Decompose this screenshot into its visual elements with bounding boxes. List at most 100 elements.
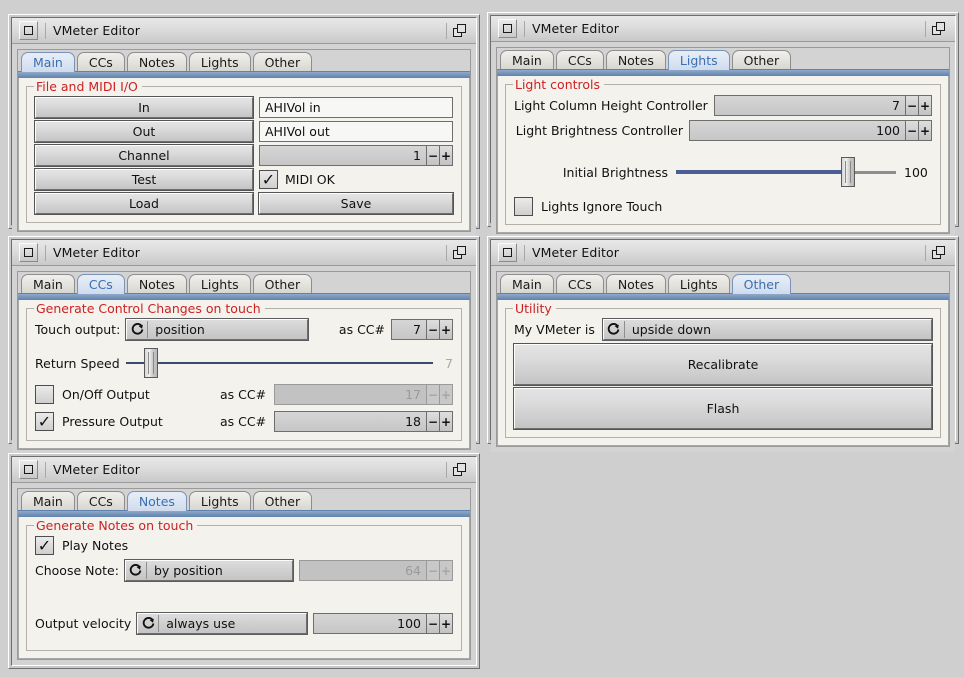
tab-ccs[interactable]: CCs	[555, 50, 604, 70]
cycle-arrow-icon	[604, 323, 624, 336]
tab-lights[interactable]: Lights	[667, 50, 730, 70]
slider-handle[interactable]	[840, 157, 855, 187]
return-speed-slider[interactable]	[125, 348, 433, 378]
check-icon: ✓	[261, 169, 276, 189]
tab-lights[interactable]: Lights	[188, 52, 251, 72]
note-number-spinner[interactable]: 64 − +	[298, 560, 453, 581]
titlebar[interactable]: VMeter Editor	[12, 240, 476, 266]
channel-spinner[interactable]: 1 − +	[259, 145, 453, 166]
output-velocity-increment-button[interactable]: +	[440, 613, 453, 634]
tab-main[interactable]: Main	[21, 491, 75, 511]
tab-main[interactable]: Main	[500, 50, 554, 70]
tab-main[interactable]: Main	[21, 52, 75, 72]
output-velocity-decrement-button[interactable]: −	[427, 613, 440, 634]
light-column-height-spinner[interactable]: 7 − +	[713, 95, 932, 116]
window-notes[interactable]: VMeter Editor Main CCs Notes Lights Othe…	[8, 453, 480, 669]
window-square-icon[interactable]	[498, 19, 517, 38]
tab-lights[interactable]: Lights	[188, 491, 251, 511]
window-main[interactable]: VMeter Editor Main CCs Notes Lights Othe…	[8, 14, 480, 237]
window-square-icon[interactable]	[19, 21, 38, 40]
touch-cc-decrement-button[interactable]: −	[427, 319, 440, 340]
tab-main[interactable]: Main	[500, 274, 554, 294]
out-port-field[interactable]: AHIVol out	[259, 121, 453, 142]
tab-other[interactable]: Other	[731, 50, 792, 70]
window-square-icon[interactable]	[19, 460, 38, 479]
titlebar-divider	[45, 461, 46, 478]
channel-button[interactable]: Channel	[35, 145, 253, 166]
tab-notes[interactable]: Notes	[126, 52, 187, 72]
orientation-combo[interactable]: upside down	[602, 319, 932, 340]
onoff-cc-increment-button[interactable]: +	[440, 384, 453, 405]
orientation-value: upside down	[631, 322, 712, 337]
light-column-height-increment-button[interactable]: +	[919, 95, 932, 116]
pressure-cc-label: as CC#	[220, 414, 267, 429]
tab-notes[interactable]: Notes	[605, 50, 666, 70]
light-brightness-decrement-button[interactable]: −	[906, 120, 919, 141]
titlebar[interactable]: VMeter Editor	[12, 457, 476, 483]
tab-notes[interactable]: Notes	[126, 274, 187, 294]
initial-brightness-slider[interactable]	[676, 157, 896, 187]
tab-ccs[interactable]: CCs	[555, 274, 604, 294]
recalibrate-button[interactable]: Recalibrate	[514, 344, 932, 385]
onoff-cc-spinner[interactable]: 17 − +	[274, 384, 453, 405]
light-column-height-decrement-button[interactable]: −	[906, 95, 919, 116]
in-port-field[interactable]: AHIVol in	[259, 97, 453, 118]
tab-other[interactable]: Other	[731, 274, 792, 294]
pressure-cc-increment-button[interactable]: +	[440, 411, 453, 432]
titlebar[interactable]: VMeter Editor	[12, 18, 476, 44]
restore-windows-icon[interactable]	[925, 243, 949, 263]
window-square-icon[interactable]	[498, 243, 517, 262]
restore-windows-icon[interactable]	[446, 243, 470, 263]
load-button[interactable]: Load	[35, 193, 253, 214]
pressure-cc-spinner[interactable]: 18 − +	[274, 411, 453, 432]
light-brightness-spinner[interactable]: 100 − +	[689, 120, 932, 141]
tab-lights[interactable]: Lights	[667, 274, 730, 294]
restore-windows-icon[interactable]	[446, 460, 470, 480]
light-brightness-increment-button[interactable]: +	[919, 120, 932, 141]
midi-ok-checkbox[interactable]: ✓	[259, 170, 278, 189]
titlebar[interactable]: VMeter Editor	[491, 240, 955, 266]
touch-cc-increment-button[interactable]: +	[440, 319, 453, 340]
tab-notes[interactable]: Notes	[605, 274, 666, 294]
titlebar-divider	[45, 244, 46, 261]
restore-windows-icon[interactable]	[925, 19, 949, 39]
pressure-output-checkbox[interactable]: ✓	[35, 412, 54, 431]
tab-other[interactable]: Other	[252, 274, 313, 294]
out-button[interactable]: Out	[35, 121, 253, 142]
choose-note-combo[interactable]: by position	[124, 560, 293, 581]
save-button[interactable]: Save	[259, 193, 453, 214]
note-number-increment-button[interactable]: +	[440, 560, 453, 581]
note-number-decrement-button[interactable]: −	[427, 560, 440, 581]
touch-cc-spinner[interactable]: 7 − +	[391, 319, 453, 340]
channel-increment-button[interactable]: +	[440, 145, 453, 166]
tab-other[interactable]: Other	[252, 491, 313, 511]
onoff-output-checkbox[interactable]	[35, 385, 54, 404]
test-button[interactable]: Test	[35, 169, 253, 190]
pressure-cc-decrement-button[interactable]: −	[427, 411, 440, 432]
tab-other[interactable]: Other	[252, 52, 313, 72]
onoff-cc-decrement-button[interactable]: −	[427, 384, 440, 405]
tab-main[interactable]: Main	[21, 274, 75, 294]
touch-output-combo[interactable]: position	[126, 319, 309, 340]
tab-ccs[interactable]: CCs	[76, 491, 125, 511]
tab-ccs[interactable]: CCs	[76, 52, 125, 72]
window-square-icon[interactable]	[19, 243, 38, 262]
tab-ccs[interactable]: CCs	[76, 274, 125, 294]
play-notes-checkbox[interactable]: ✓	[35, 536, 54, 555]
window-other[interactable]: VMeter Editor Main CCs Notes Lights Othe…	[487, 236, 959, 452]
window-ccs[interactable]: VMeter Editor Main CCs Notes Lights Othe…	[8, 236, 480, 455]
lights-ignore-touch-checkbox[interactable]	[514, 197, 533, 216]
flash-button[interactable]: Flash	[514, 388, 932, 429]
in-button[interactable]: In	[35, 97, 253, 118]
tab-notes[interactable]: Notes	[126, 491, 187, 511]
output-velocity-combo[interactable]: always use	[137, 613, 308, 634]
tab-lights[interactable]: Lights	[188, 274, 251, 294]
window-lights[interactable]: VMeter Editor Main CCs Notes Lights Othe…	[487, 12, 959, 239]
output-velocity-spinner[interactable]: 100 − +	[313, 613, 453, 634]
group-title: Light controls	[513, 77, 605, 92]
tab-accent-bar	[497, 293, 949, 300]
restore-windows-icon[interactable]	[446, 21, 470, 41]
channel-decrement-button[interactable]: −	[427, 145, 440, 166]
titlebar[interactable]: VMeter Editor	[491, 16, 955, 42]
slider-handle[interactable]	[144, 348, 159, 378]
